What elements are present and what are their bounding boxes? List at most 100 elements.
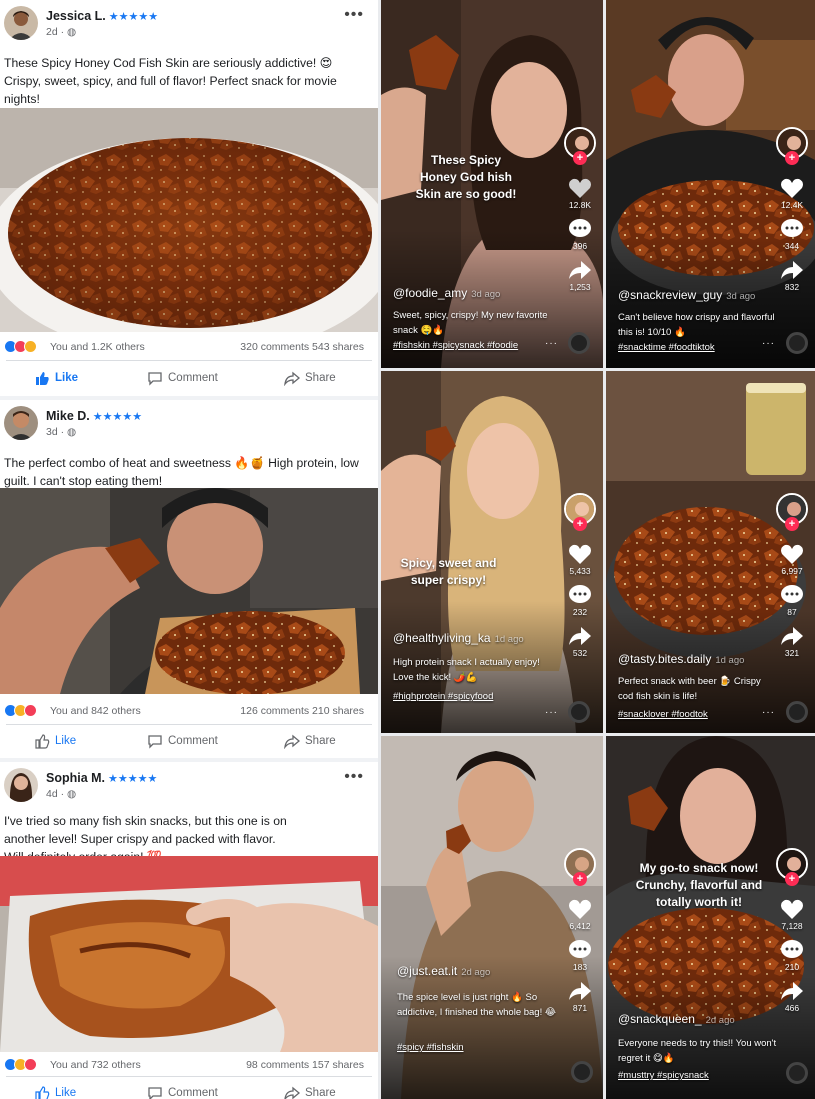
music-disc-icon[interactable] <box>568 332 590 354</box>
comment-button[interactable]: Comment <box>147 370 218 386</box>
action-rail: + 7,128 210 466 <box>773 848 811 1013</box>
share-arrow-icon[interactable] <box>568 980 592 1002</box>
heart-icon[interactable] <box>780 543 804 565</box>
share-arrow-icon[interactable] <box>568 625 592 647</box>
creator-handle[interactable]: @healthyliving_ka 1d ago <box>393 631 524 645</box>
more-icon[interactable]: ··· <box>762 338 775 349</box>
follow-plus-icon[interactable]: + <box>573 517 587 531</box>
hashtags[interactable]: #fishskin #spicysnack #foodie <box>393 340 518 351</box>
reaction-count[interactable]: You and 1.2K others <box>50 341 145 353</box>
rating-stars: ★★★★★ <box>108 11 159 23</box>
share-arrow-icon[interactable] <box>780 980 804 1002</box>
music-disc-icon[interactable] <box>568 701 590 723</box>
more-icon[interactable]: ··· <box>762 707 775 718</box>
tiktok-video[interactable]: My go-to snack now! Crunchy, flavorful a… <box>606 736 815 1099</box>
post-photo[interactable] <box>0 488 378 694</box>
comment-share-counts[interactable]: 126 comments 210 shares <box>240 705 364 717</box>
avatar[interactable] <box>4 6 38 40</box>
tiktok-video[interactable]: + 12.4K 344 832 @snackreview_guy 3d ago C… <box>606 0 815 368</box>
hashtags[interactable]: #snacklover #foodtok <box>618 709 708 720</box>
share-count: 321 <box>784 648 800 658</box>
hashtags[interactable]: #musttry #spicysnack <box>618 1070 709 1081</box>
author-name[interactable]: Sophia M. ★★★★★ <box>46 771 157 785</box>
follow-plus-icon[interactable]: + <box>785 517 799 531</box>
comment-icon[interactable] <box>780 584 804 606</box>
share-arrow-icon[interactable] <box>780 259 804 281</box>
more-icon[interactable]: ··· <box>545 338 558 349</box>
avatar[interactable] <box>4 768 38 802</box>
heart-icon[interactable] <box>780 898 804 920</box>
like-button[interactable]: Like <box>34 733 76 749</box>
hashtags[interactable]: #snacktime #foodtiktok <box>618 342 715 353</box>
more-icon[interactable]: ••• <box>344 6 364 24</box>
music-disc-icon[interactable] <box>571 1061 593 1083</box>
avatar[interactable] <box>4 406 38 440</box>
heart-icon[interactable] <box>568 543 592 565</box>
music-disc-icon[interactable] <box>786 332 808 354</box>
heart-icon[interactable] <box>568 177 592 199</box>
share-button[interactable]: Share <box>284 1085 336 1099</box>
music-disc-icon[interactable] <box>786 1062 808 1084</box>
share-arrow-icon[interactable] <box>568 259 592 281</box>
more-icon[interactable]: ••• <box>344 768 364 786</box>
creator-handle[interactable]: @tasty.bites.daily 1d ago <box>618 652 744 666</box>
follow-plus-icon[interactable]: + <box>785 872 799 886</box>
reaction-icons[interactable] <box>4 704 37 718</box>
hashtags[interactable]: #spicy #fishskin <box>397 1042 464 1053</box>
comment-icon[interactable] <box>568 218 592 240</box>
reaction-count[interactable]: You and 842 others <box>50 705 141 717</box>
divider <box>6 1076 372 1077</box>
reaction-icons[interactable] <box>4 1058 37 1072</box>
comment-count: 183 <box>572 962 588 972</box>
love-reaction-icon <box>24 1058 37 1071</box>
creator-handle[interactable]: @just.eat.it 2d ago <box>397 964 490 978</box>
more-icon[interactable]: ··· <box>545 707 558 718</box>
follow-plus-icon[interactable]: + <box>785 151 799 165</box>
comment-share-counts[interactable]: 98 comments 157 shares <box>246 1059 364 1071</box>
like-thumb-icon <box>35 1086 50 1099</box>
creator-handle[interactable]: @snackreview_guy 3d ago <box>618 288 755 302</box>
like-thumb-icon <box>36 372 49 385</box>
share-button[interactable]: Share <box>284 733 336 749</box>
comment-icon[interactable] <box>568 939 592 961</box>
share-arrow-icon[interactable] <box>780 625 804 647</box>
heart-icon[interactable] <box>568 898 592 920</box>
heart-icon[interactable] <box>780 177 804 199</box>
creator-handle[interactable]: @snackqueen_ 2d ago <box>618 1012 735 1026</box>
facebook-feed: Jessica L. ★★★★★ 2d · ◍ ••• These Spicy H… <box>0 0 378 1099</box>
comment-button[interactable]: Comment <box>147 733 218 749</box>
tiktok-video[interactable]: + 6,412 183 871 @just.eat.it 2d ago The s… <box>381 736 603 1099</box>
comment-count: 87 <box>787 607 797 617</box>
follow-plus-icon[interactable]: + <box>573 151 587 165</box>
like-button[interactable]: Like <box>34 1085 76 1099</box>
like-count: 7,128 <box>781 921 803 931</box>
comment-share-counts[interactable]: 320 comments 543 shares <box>240 341 364 353</box>
comment-icon[interactable] <box>780 218 804 240</box>
share-button[interactable]: Share <box>284 370 336 386</box>
reaction-bar: You and 1.2K others 320 comments 543 sha… <box>0 336 378 358</box>
author-name[interactable]: Jessica L. ★★★★★ <box>46 9 158 23</box>
like-button[interactable]: Like <box>34 370 78 386</box>
post-meta: 4d · ◍ <box>46 788 77 800</box>
reaction-count[interactable]: You and 732 others <box>50 1059 141 1071</box>
tiktok-video[interactable]: Spicy, sweet and super crispy! + 5,433 2… <box>381 371 603 733</box>
like-count: 12.4K <box>780 200 804 210</box>
author-name[interactable]: Mike D. ★★★★★ <box>46 409 142 423</box>
comment-icon[interactable] <box>568 584 592 606</box>
comment-icon[interactable] <box>780 939 804 961</box>
hashtags[interactable]: #highprotein #spicyfood <box>393 691 493 702</box>
like-count: 6,997 <box>781 566 803 576</box>
post-photo[interactable] <box>0 108 378 332</box>
creator-handle[interactable]: @foodie_amy 3d ago <box>393 286 500 300</box>
post-photo[interactable] <box>0 856 378 1052</box>
action-rail: + 6,997 87 321 <box>773 493 811 658</box>
video-caption-overlay: Spicy, sweet and super crispy! <box>400 556 497 587</box>
rating-stars: ★★★★★ <box>92 411 143 423</box>
reaction-icons[interactable] <box>4 340 37 354</box>
comment-button[interactable]: Comment <box>147 1085 218 1099</box>
post-text: The perfect combo of heat and sweetness … <box>4 456 359 488</box>
tiktok-video[interactable]: + 6,997 87 321 @tasty.bites.daily 1d ago … <box>606 371 815 733</box>
tiktok-video[interactable]: These Spicy Honey God hish Skin are so g… <box>381 0 603 368</box>
follow-plus-icon[interactable]: + <box>573 872 587 886</box>
music-disc-icon[interactable] <box>786 701 808 723</box>
